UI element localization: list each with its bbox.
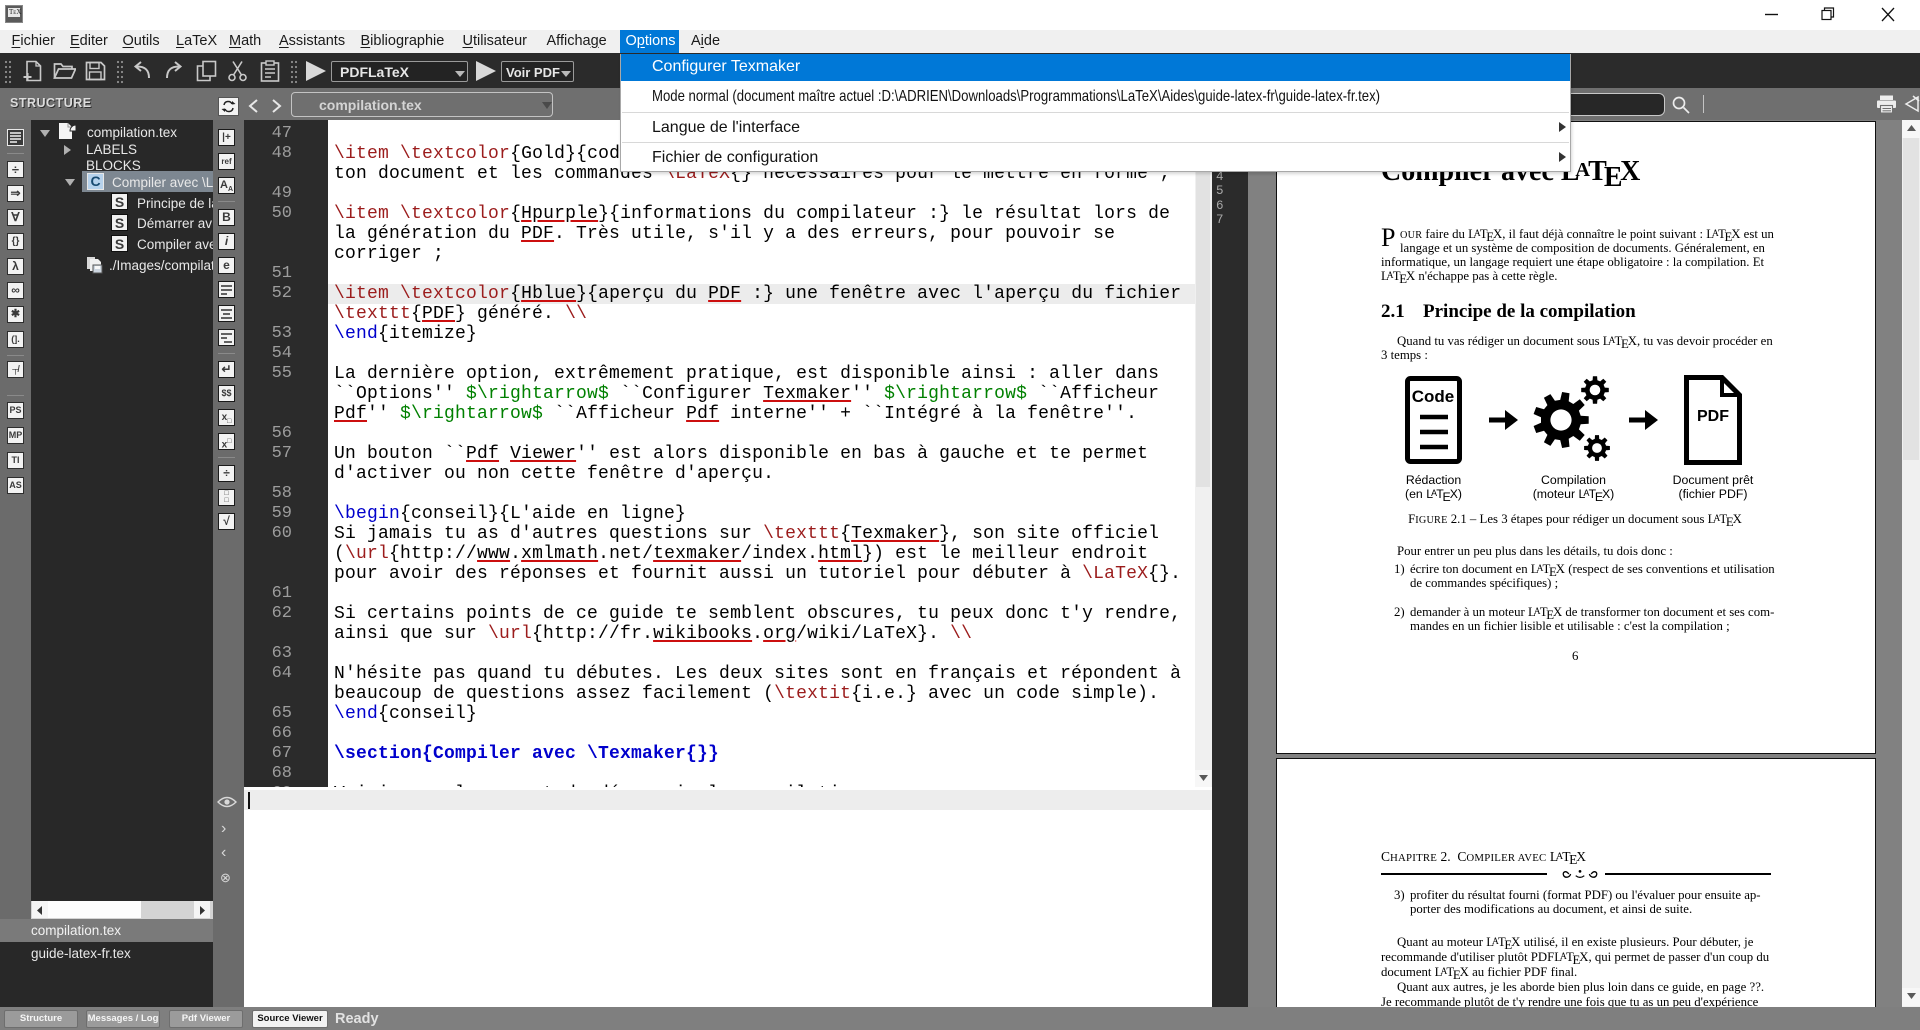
- svg-text:Code: Code: [1412, 387, 1455, 406]
- svg-text:PDF: PDF: [1697, 408, 1729, 425]
